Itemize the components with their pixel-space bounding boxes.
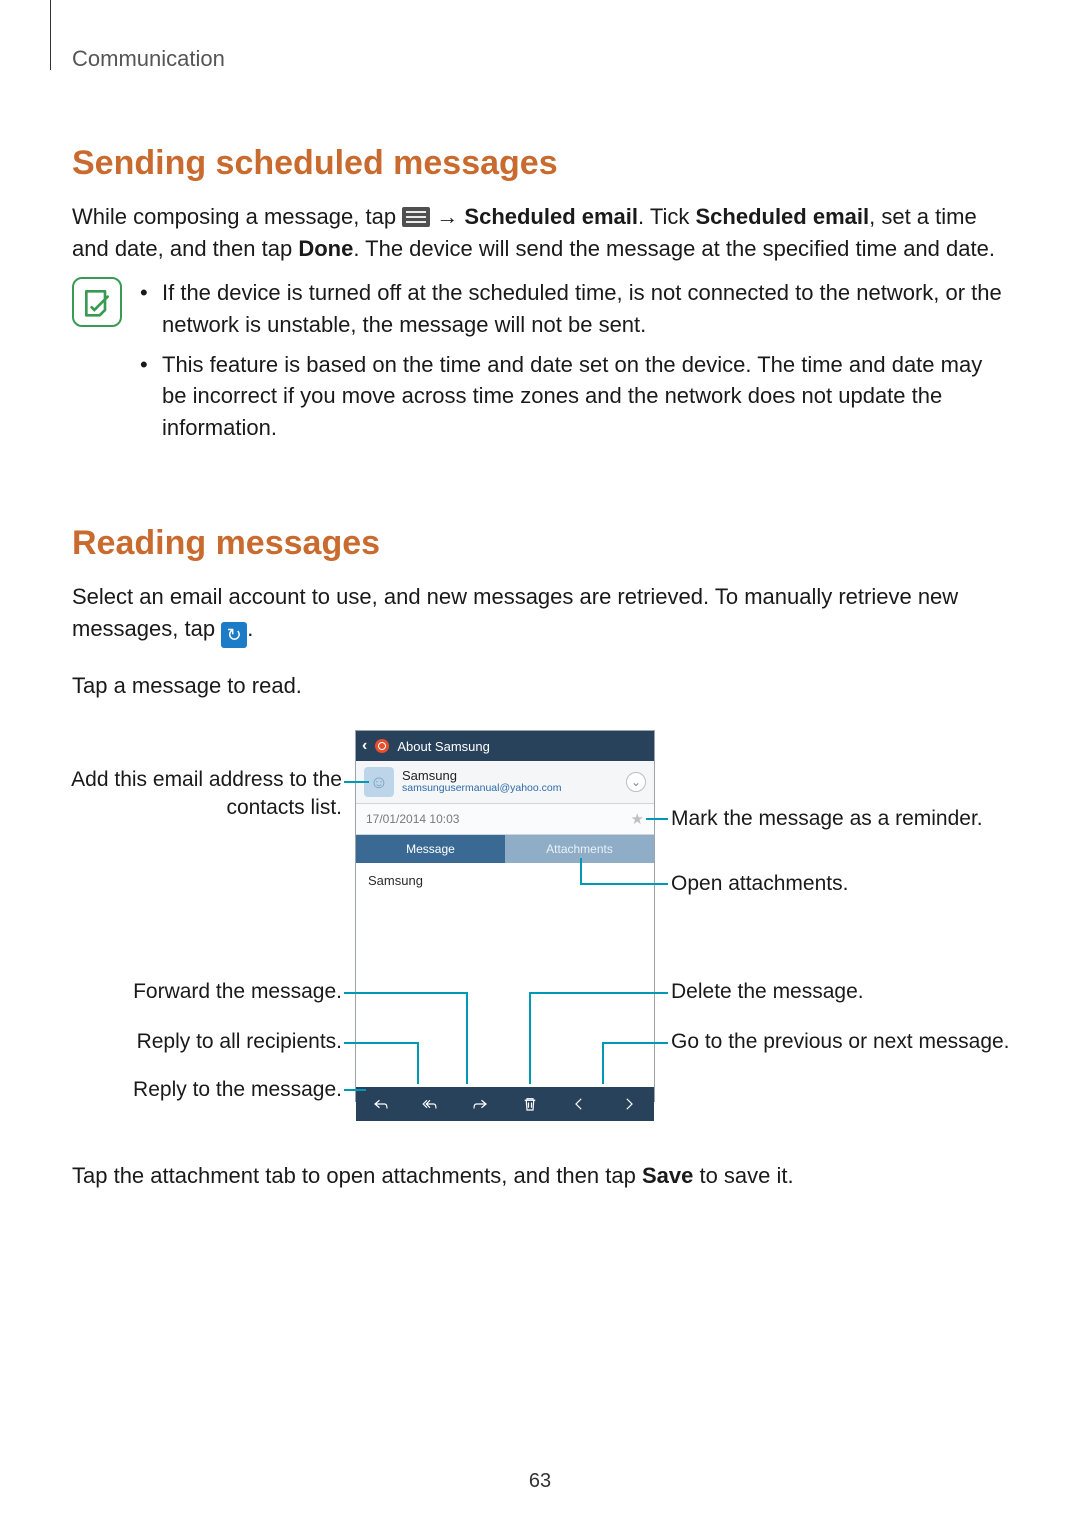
sender-info: Samsung samsungusermanual@yahoo.com <box>402 769 618 795</box>
delete-icon[interactable] <box>515 1095 545 1113</box>
lead-line <box>466 992 468 1084</box>
tab-message[interactable]: Message <box>356 835 505 863</box>
text-fragment: While composing a message, tap <box>72 204 402 229</box>
para-reading-1: Select an email account to use, and new … <box>72 581 1008 648</box>
heading-sending-scheduled: Sending scheduled messages <box>72 144 1008 183</box>
next-icon[interactable] <box>614 1095 644 1113</box>
app-icon <box>375 739 389 753</box>
callout-open-attachments: Open attachments. <box>671 870 1011 898</box>
phone-title: About Samsung <box>397 739 490 754</box>
bold-label: Scheduled email <box>464 204 638 229</box>
phone-bottombar <box>356 1087 654 1121</box>
bold-label: Save <box>642 1163 693 1188</box>
reply-all-icon[interactable] <box>415 1095 445 1113</box>
callout-add-contact: Add this email address to the contacts l… <box>62 766 342 823</box>
bold-label: Scheduled email <box>695 204 869 229</box>
heading-reading-messages: Reading messages <box>72 524 1008 563</box>
lead-line <box>529 992 668 994</box>
text-fragment: Select an email account to use, and new … <box>72 584 958 641</box>
figure-email-reader: ‹ About Samsung ☺ Samsung samsunguserman… <box>72 730 1008 1130</box>
note-list: If the device is turned off at the sched… <box>140 277 1008 452</box>
star-icon[interactable]: ★ <box>631 810 644 828</box>
note-icon <box>72 277 122 327</box>
bold-label: Done <box>298 236 353 261</box>
para-sending-scheduled: While composing a message, tap → Schedul… <box>72 201 1008 265</box>
lead-line <box>344 781 369 783</box>
sender-email: samsungusermanual@yahoo.com <box>402 783 618 795</box>
note-block: If the device is turned off at the sched… <box>72 277 1008 452</box>
page-number: 63 <box>0 1470 1080 1493</box>
phone-titlebar: ‹ About Samsung <box>356 731 654 761</box>
message-body: Samsung <box>356 863 654 1087</box>
forward-icon[interactable] <box>465 1095 495 1113</box>
callout-mark-reminder: Mark the message as a reminder. <box>671 805 1011 833</box>
note-item: This feature is based on the time and da… <box>140 349 1008 445</box>
lead-line <box>344 1042 417 1044</box>
lead-line <box>602 1042 668 1044</box>
callout-forward: Forward the message. <box>62 978 342 1006</box>
text-fragment: . The device will send the message at th… <box>353 236 995 261</box>
menu-icon <box>402 207 430 227</box>
tabs-row: Message Attachments <box>356 835 654 863</box>
prev-icon[interactable] <box>564 1095 594 1113</box>
lead-line <box>580 858 582 884</box>
callout-prev-next: Go to the previous or next message. <box>671 1028 1011 1056</box>
text-fragment: . <box>247 616 253 641</box>
sender-name: Samsung <box>402 769 618 783</box>
callout-delete: Delete the message. <box>671 978 1011 1006</box>
date-row: 17/01/2014 10:03 ★ <box>356 804 654 835</box>
lead-line <box>646 818 668 820</box>
lead-line <box>529 992 531 1084</box>
text-fragment: to save it. <box>693 1163 793 1188</box>
para-reading-2: Tap a message to read. <box>72 670 1008 702</box>
callout-reply: Reply to the message. <box>62 1076 342 1104</box>
chapter-title: Communication <box>72 46 1008 72</box>
note-item: If the device is turned off at the sched… <box>140 277 1008 341</box>
phone-mock: ‹ About Samsung ☺ Samsung samsunguserman… <box>355 730 655 1102</box>
para-attachments-save: Tap the attachment tab to open attachmen… <box>72 1160 1008 1192</box>
back-icon[interactable]: ‹ <box>362 737 367 755</box>
lead-line <box>417 1042 419 1084</box>
text-fragment: → <box>430 204 464 229</box>
refresh-icon: ↻ <box>221 622 247 648</box>
reply-icon[interactable] <box>366 1095 396 1113</box>
lead-line <box>344 1089 366 1091</box>
timestamp: 17/01/2014 10:03 <box>366 812 459 826</box>
expand-button[interactable]: ⌄ <box>626 772 646 792</box>
text-fragment: . Tick <box>638 204 695 229</box>
lead-line <box>344 992 466 994</box>
sender-row: ☺ Samsung samsungusermanual@yahoo.com ⌄ <box>356 761 654 804</box>
lead-line <box>602 1042 604 1084</box>
lead-line <box>580 883 668 885</box>
callout-reply-all: Reply to all recipients. <box>62 1028 342 1056</box>
text-fragment: Tap the attachment tab to open attachmen… <box>72 1163 642 1188</box>
